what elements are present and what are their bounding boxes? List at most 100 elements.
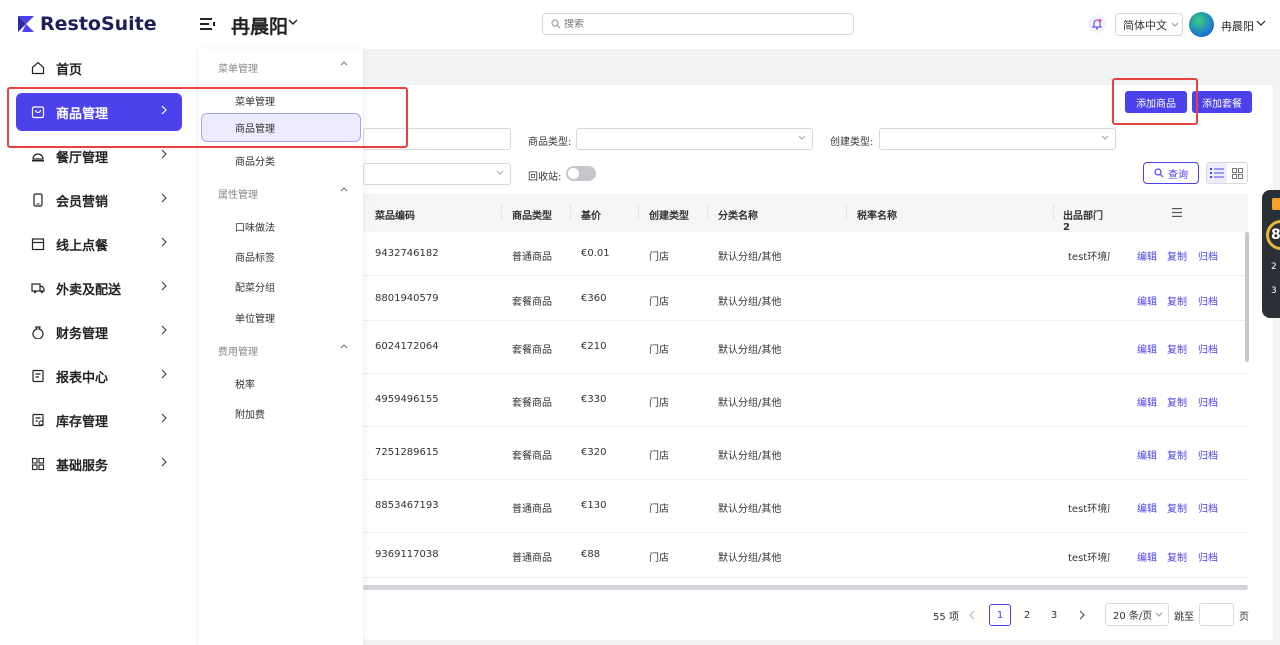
jump-to-input[interactable]	[1199, 603, 1234, 626]
edit-link[interactable]: 编辑	[1137, 341, 1157, 356]
bag-icon	[30, 104, 46, 120]
sidebar-item-online-ordering[interactable]: 线上点餐	[16, 225, 182, 263]
sidebar-item-basic-services[interactable]: 基础服务	[16, 445, 182, 483]
archive-link[interactable]: 归档	[1198, 394, 1218, 409]
submenu-group-menu[interactable]: 菜单管理	[218, 60, 348, 75]
pagination-total: 55 项	[933, 612, 959, 623]
archive-link[interactable]: 归档	[1198, 293, 1218, 308]
next-page-icon[interactable]	[1078, 610, 1086, 620]
chevron-down-icon	[1171, 22, 1179, 27]
table-row[interactable]: 4959496155 套餐商品 €330 门店 默认分组/其他 编辑 复制 归档	[363, 374, 1248, 427]
score-widget[interactable]: 85 2 3	[1262, 190, 1280, 318]
column-header[interactable]: 分类名称	[718, 207, 758, 222]
sidebar-item-reports[interactable]: 报表中心	[16, 357, 182, 395]
edit-link[interactable]: 编辑	[1137, 549, 1157, 564]
logo[interactable]: RestoSuite	[16, 13, 157, 35]
sidebar-item-home[interactable]: 首页	[16, 49, 182, 87]
chevron-down-icon[interactable]	[288, 18, 298, 26]
submenu-item-flavor[interactable]: 口味做法	[235, 219, 275, 234]
table-row[interactable]: 6024172064 套餐商品 €210 门店 默认分组/其他 编辑 复制 归档	[363, 321, 1248, 374]
cell-type: 普通商品	[512, 553, 552, 564]
vertical-scrollbar[interactable]	[1245, 232, 1249, 362]
prev-page-icon[interactable]	[968, 610, 976, 620]
submenu-item-menu[interactable]: 菜单管理	[235, 93, 275, 108]
archive-link[interactable]: 归档	[1198, 500, 1218, 515]
submenu-group-fees[interactable]: 费用管理	[218, 343, 348, 358]
table-row[interactable]: 8853467193 普通商品 €130 门店 默认分组/其他 test环境底 …	[363, 480, 1248, 533]
submenu-item-tax[interactable]: 税率	[235, 376, 255, 391]
recycle-bin-toggle[interactable]	[566, 166, 596, 181]
edit-link[interactable]: 编辑	[1137, 394, 1157, 409]
submenu-item-surcharge[interactable]: 附加费	[235, 406, 265, 421]
submenu-item-tags[interactable]: 商品标签	[235, 249, 275, 264]
cell-type: 普通商品	[512, 504, 552, 515]
grid-icon	[30, 456, 46, 472]
copy-link[interactable]: 复制	[1167, 293, 1187, 308]
page-size-select[interactable]: 20 条/页	[1105, 603, 1169, 626]
page-button[interactable]: 3	[1043, 604, 1065, 626]
money-bag-icon	[30, 324, 46, 340]
table-row[interactable]: 9432746182 普通商品 €0.01 门店 默认分组/其他 test环境底…	[363, 232, 1248, 276]
sidebar-item-membership[interactable]: 会员营销	[16, 181, 182, 219]
filter-select[interactable]	[363, 163, 511, 185]
product-type-select[interactable]	[576, 128, 813, 150]
column-header[interactable]: 创建类型	[649, 207, 689, 222]
archive-link[interactable]: 归档	[1198, 549, 1218, 564]
table-row[interactable]: 8801940579 套餐商品 €360 门店 默认分组/其他 编辑 复制 归档	[363, 276, 1248, 321]
list-view-icon[interactable]	[1207, 163, 1227, 183]
copy-link[interactable]: 复制	[1167, 248, 1187, 263]
search-box[interactable]	[542, 13, 854, 35]
notification-button[interactable]	[1088, 15, 1106, 33]
table-row[interactable]: 9369117038 普通商品 €88 门店 默认分组/其他 test环境底 编…	[363, 533, 1248, 578]
sidebar-item-inventory[interactable]: 库存管理	[16, 401, 182, 439]
horizontal-scrollbar[interactable]	[363, 585, 1248, 590]
store-name[interactable]: 冉晨阳	[231, 12, 288, 39]
add-combo-button[interactable]: 添加套餐	[1192, 91, 1252, 113]
filter-input[interactable]	[363, 128, 511, 150]
copy-link[interactable]: 复制	[1167, 549, 1187, 564]
copy-link[interactable]: 复制	[1167, 394, 1187, 409]
create-type-select[interactable]	[879, 128, 1116, 150]
chevron-down-icon[interactable]	[1256, 19, 1266, 27]
edit-link[interactable]: 编辑	[1137, 293, 1157, 308]
username[interactable]: 冉晨阳	[1221, 18, 1254, 34]
add-product-button[interactable]: 添加商品	[1125, 91, 1187, 113]
column-header[interactable]: 税率名称	[857, 207, 897, 222]
edit-link[interactable]: 编辑	[1137, 447, 1157, 462]
avatar[interactable]	[1189, 12, 1214, 37]
sidebar-item-restaurant[interactable]: 餐厅管理	[16, 137, 182, 175]
edit-link[interactable]: 编辑	[1137, 248, 1157, 263]
menu-collapse-icon[interactable]	[200, 17, 216, 31]
search-input[interactable]	[564, 18, 844, 30]
column-settings-icon[interactable]	[1172, 208, 1182, 217]
edit-link[interactable]: 编辑	[1137, 500, 1157, 515]
archive-link[interactable]: 归档	[1198, 447, 1218, 462]
bell-icon	[1091, 19, 1103, 30]
column-header[interactable]: 商品类型	[512, 207, 552, 222]
column-header[interactable]: 出品部门2	[1063, 207, 1108, 233]
submenu-item-units[interactable]: 单位管理	[235, 310, 275, 325]
language-select[interactable]: 简体中文	[1115, 13, 1183, 36]
column-header[interactable]: 菜品编码	[375, 207, 415, 222]
view-toggle[interactable]	[1206, 162, 1248, 184]
cell-create-type: 门店	[649, 398, 669, 409]
cell-code: 9369117038	[375, 549, 439, 560]
copy-link[interactable]: 复制	[1167, 447, 1187, 462]
copy-link[interactable]: 复制	[1167, 500, 1187, 515]
archive-link[interactable]: 归档	[1198, 248, 1218, 263]
page-button[interactable]: 1	[989, 604, 1011, 626]
column-header[interactable]: 基价	[581, 207, 601, 222]
sidebar-item-finance[interactable]: 财务管理	[16, 313, 182, 351]
table-row[interactable]: 7251289615 套餐商品 €320 门店 默认分组/其他 编辑 复制 归档	[363, 427, 1248, 480]
submenu-item-categories[interactable]: 商品分类	[235, 153, 275, 168]
grid-view-icon[interactable]	[1227, 163, 1247, 183]
submenu-group-attributes[interactable]: 属性管理	[218, 186, 348, 201]
sidebar-item-products[interactable]: 商品管理	[16, 93, 182, 131]
archive-link[interactable]: 归档	[1198, 341, 1218, 356]
copy-link[interactable]: 复制	[1167, 341, 1187, 356]
query-button[interactable]: 查询	[1143, 162, 1199, 184]
submenu-item-sides[interactable]: 配菜分组	[235, 279, 275, 294]
submenu-item-products[interactable]: 商品管理	[201, 113, 361, 142]
page-button[interactable]: 2	[1016, 604, 1038, 626]
sidebar-item-delivery[interactable]: 外卖及配送	[16, 269, 182, 307]
